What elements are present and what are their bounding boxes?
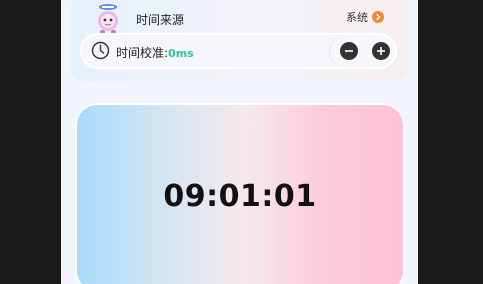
increment-button[interactable] bbox=[372, 42, 390, 60]
calibration-stepper bbox=[330, 35, 394, 67]
clock-icon bbox=[91, 41, 110, 60]
clock-display-card: 09:01:01 bbox=[75, 103, 405, 284]
time-source-selector[interactable]: 系统 bbox=[346, 9, 384, 25]
time-source-label: 时间来源 bbox=[136, 13, 185, 27]
time-calibration-label: 时间校准: bbox=[116, 46, 169, 60]
decrement-button[interactable] bbox=[340, 42, 358, 60]
time-source-row[interactable]: 时间来源 系统 bbox=[83, 0, 398, 34]
time-calibration-row: 时间校准:0ms bbox=[80, 33, 397, 69]
time-source-value: 系统 bbox=[346, 11, 368, 24]
plus-icon bbox=[377, 47, 385, 55]
time-calibration-value: 0ms bbox=[168, 47, 194, 60]
minus-icon bbox=[345, 50, 353, 52]
app-screen: 时间来源 系统 时间校准:0ms 09:01:01 bbox=[61, 0, 418, 284]
chevron-right-icon bbox=[372, 11, 384, 23]
settings-panel: 时间来源 系统 时间校准:0ms bbox=[71, 0, 408, 81]
clock-time: 09:01:01 bbox=[163, 179, 317, 214]
time-calibration-text: 时间校准:0ms bbox=[116, 44, 194, 61]
alarm-clock-mascot-icon bbox=[93, 2, 123, 36]
